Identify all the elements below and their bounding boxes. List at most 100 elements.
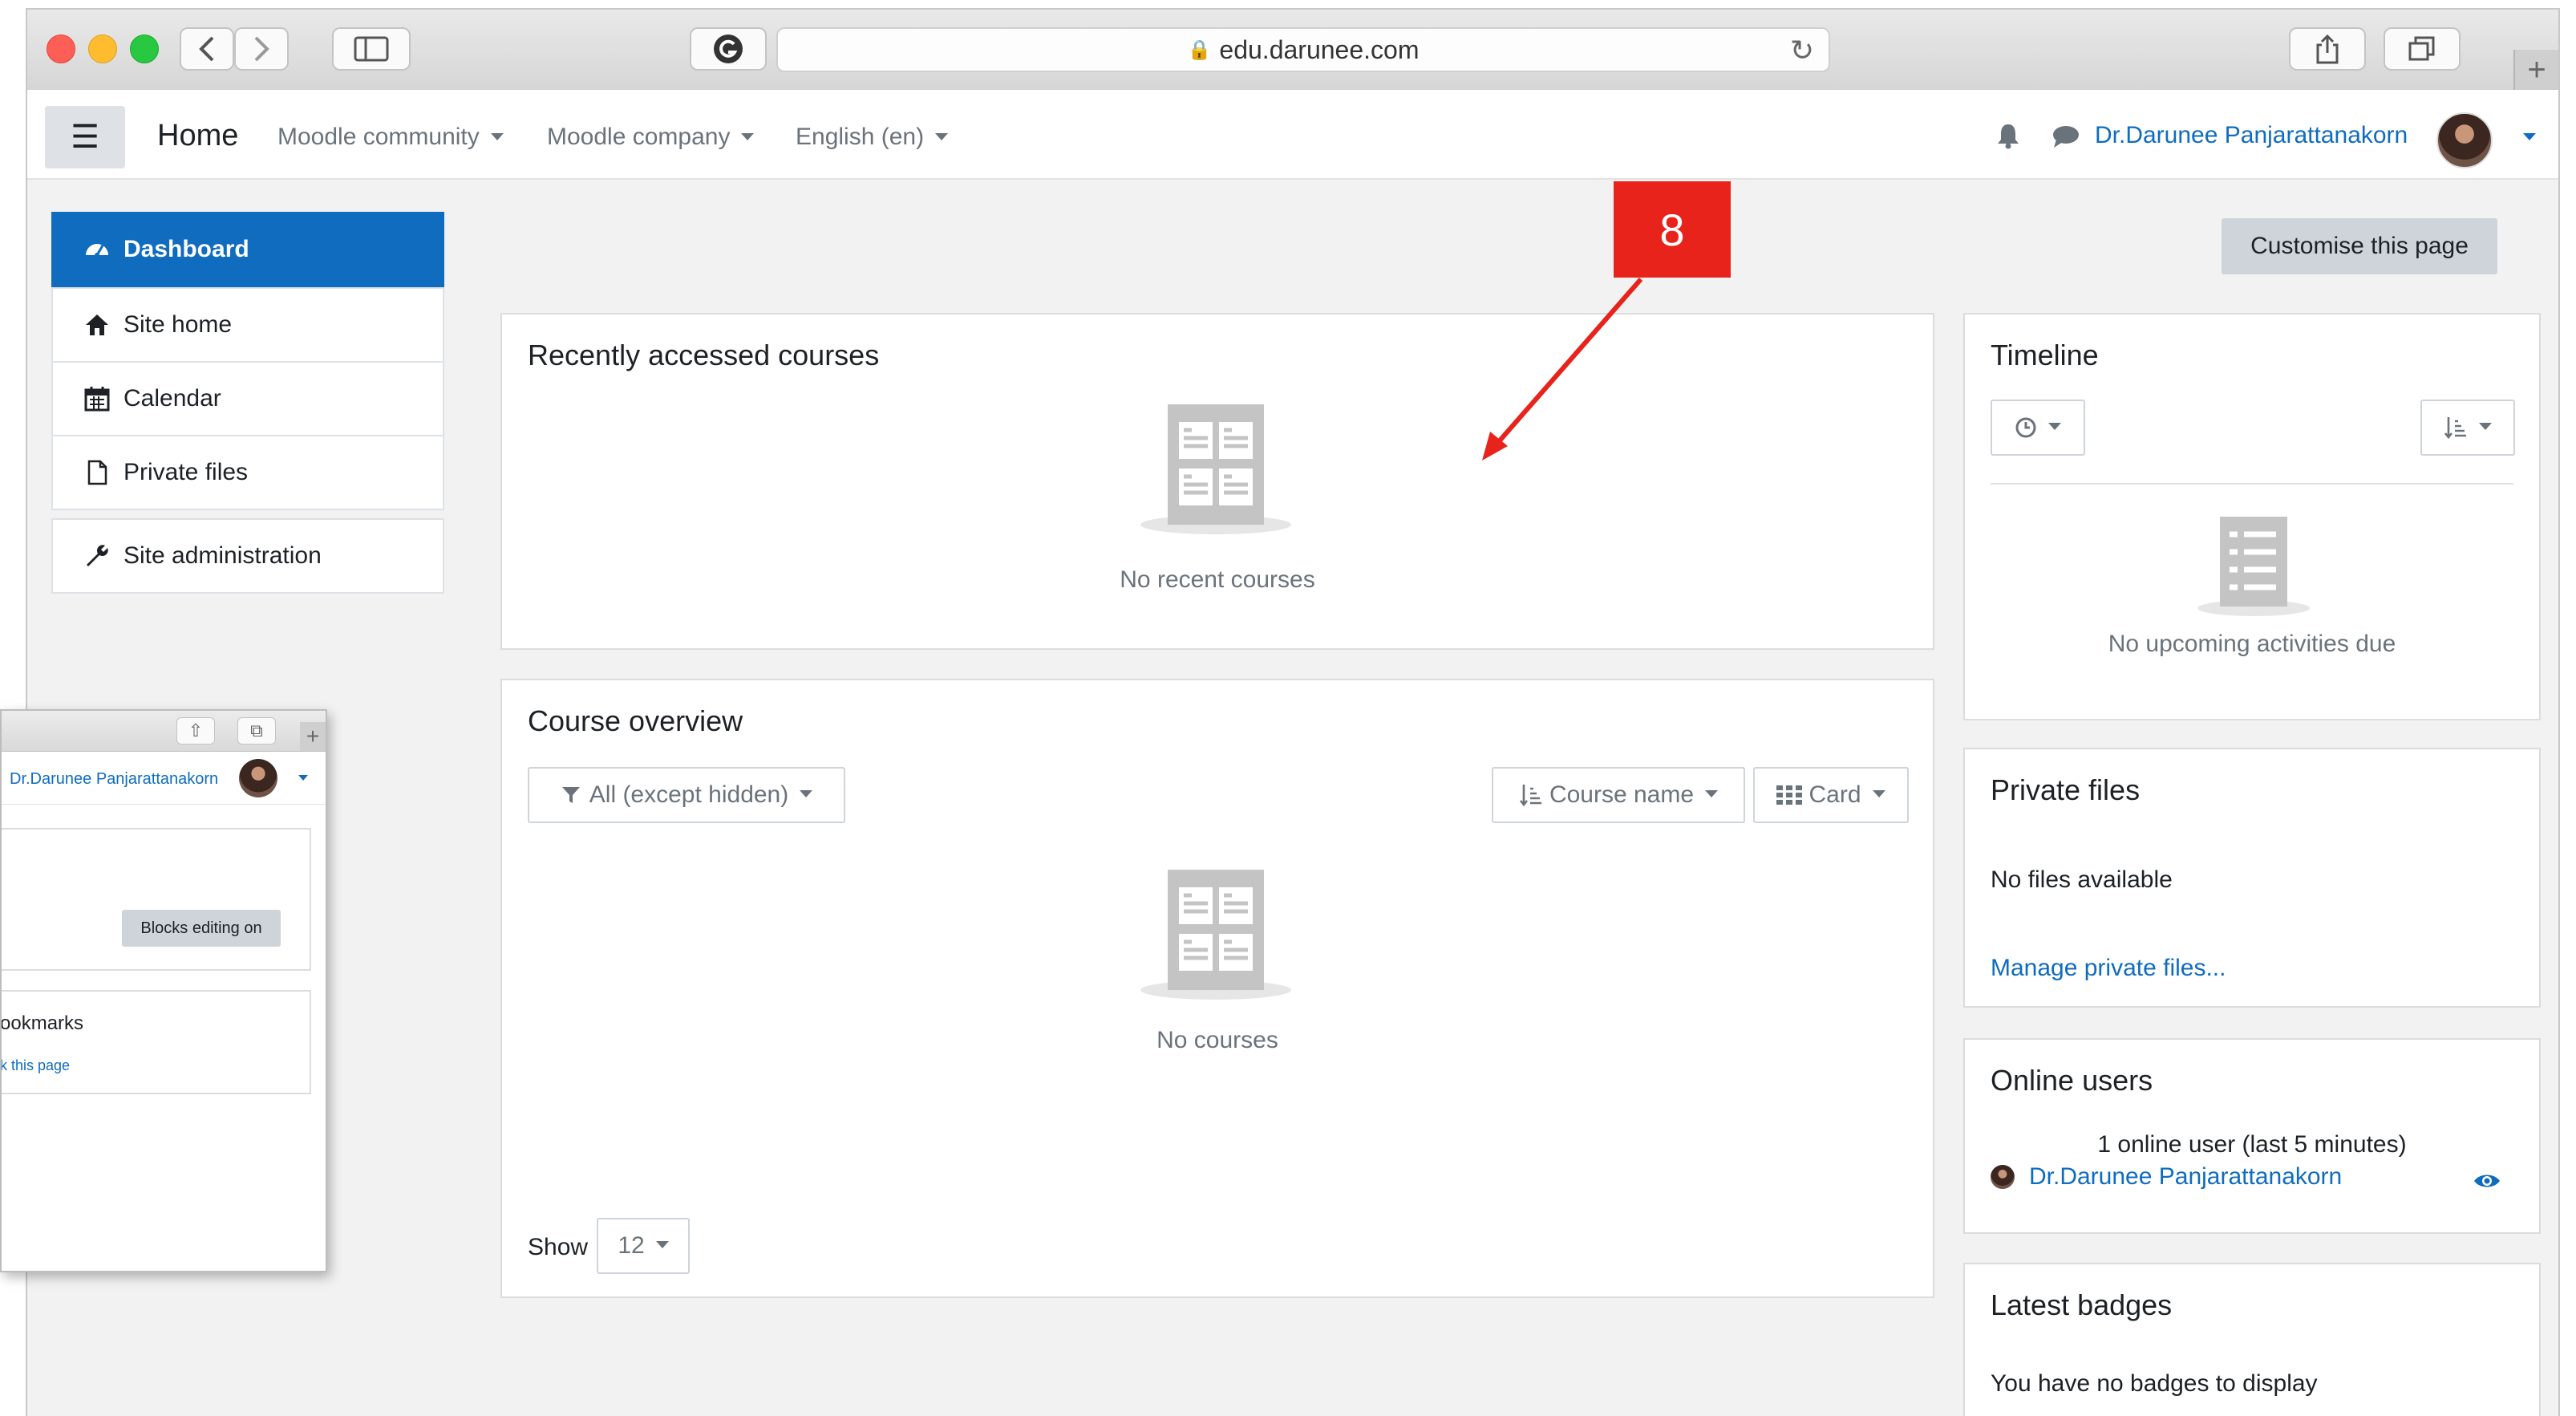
private-files-block: Private files No files available Manage …	[1963, 748, 2541, 1008]
overlay-bookmarks-card: ookmarks k this page	[0, 990, 311, 1094]
caret-down-icon	[800, 789, 813, 797]
sort-dropdown[interactable]: Course name	[1492, 767, 1745, 823]
eye-icon[interactable]	[2473, 1171, 2501, 1191]
dropdown-label: Card	[1808, 781, 1861, 808]
overlay-window-snippet: ⇧ ⧉ + Dr.Darunee Panjarattanakorn Blocks…	[0, 709, 327, 1272]
empty-state-text: No recent courses	[1120, 566, 1315, 593]
reload-icon[interactable]: ↻	[1790, 34, 1814, 67]
view-dropdown[interactable]: Card	[1753, 767, 1909, 823]
caret-down-icon	[490, 132, 504, 140]
recent-courses-block: Recently accessed courses No recent cour…	[500, 313, 1934, 650]
dropdown-label: All (except hidden)	[589, 781, 789, 808]
sort-icon	[1519, 785, 1541, 807]
share-icon: ⇧	[176, 717, 215, 745]
caret-down-icon	[1705, 789, 1719, 797]
sidebar-item-private-files[interactable]: Private files	[51, 435, 444, 510]
caret-down-icon	[741, 132, 755, 140]
bookmarks-title: ookmarks	[0, 1012, 84, 1034]
block-title: Latest badges	[1991, 1288, 2173, 1321]
user-avatar[interactable]	[2436, 112, 2493, 168]
annotation-arrow-icon	[1482, 278, 1643, 461]
grammarly-icon	[714, 34, 743, 63]
step-number-badge: 8	[1614, 181, 1731, 278]
empty-state-text: No courses	[1156, 1027, 1278, 1053]
block-title: Timeline	[1991, 339, 2099, 371]
tabs-overview-button[interactable]	[2384, 27, 2461, 71]
user-menu-name[interactable]: Dr.Darunee Panjarattanakorn	[2095, 122, 2408, 149]
browser-titlebar: 🔒 edu.darunee.com ↻ +	[27, 10, 2558, 91]
menu-moodle-company[interactable]: Moodle company	[547, 124, 755, 151]
clock-icon	[2015, 417, 2036, 438]
messages-icon[interactable]	[2051, 124, 2080, 149]
block-title: Recently accessed courses	[528, 339, 880, 371]
caret-down-icon	[2479, 422, 2492, 430]
close-window-button[interactable]	[47, 34, 75, 63]
new-tab-button[interactable]: +	[2513, 50, 2558, 90]
customise-page-button[interactable]: Customise this page	[2222, 218, 2497, 274]
tabs-icon: ⧉	[237, 717, 276, 745]
caret-down-icon	[935, 132, 949, 140]
hamburger-icon: ☰	[71, 120, 99, 155]
url-text: edu.darunee.com	[1219, 34, 1420, 64]
plus-icon: +	[300, 722, 326, 751]
calendar-icon	[84, 387, 110, 412]
lock-icon: 🔒	[1187, 39, 1212, 61]
grid-icon	[1776, 785, 1803, 805]
online-user-link[interactable]: Dr.Darunee Panjarattanakorn	[2029, 1163, 2342, 1191]
sidebar-item-label: Dashboard	[124, 236, 249, 262]
sort-icon	[2444, 417, 2466, 440]
site-brand[interactable]: Home	[157, 119, 238, 153]
filter-icon	[561, 787, 580, 803]
home-icon	[86, 314, 108, 335]
bookmark-link: k this page	[0, 1057, 71, 1073]
sidebar-toggle-button[interactable]	[332, 27, 411, 71]
dropdown-label: Course name	[1549, 781, 1695, 808]
timeline-sort-dropdown[interactable]	[2420, 400, 2515, 456]
caret-down-icon[interactable]	[2523, 133, 2536, 140]
caret-down-icon	[2048, 422, 2061, 430]
chevron-right-icon	[254, 36, 269, 62]
manage-private-files-link[interactable]: Manage private files...	[1991, 955, 2226, 982]
sidebar-item-label: Calendar	[124, 385, 221, 412]
share-icon	[2316, 34, 2339, 64]
show-label: Show	[528, 1234, 589, 1260]
no-files-text: No files available	[1991, 866, 2173, 893]
course-overview-block: Course overview All (except hidden) Cour…	[500, 679, 1934, 1298]
sidebar-item-label: Site administration	[124, 542, 322, 569]
grouping-filter-dropdown[interactable]: All (except hidden)	[528, 767, 845, 823]
address-bar[interactable]: 🔒 edu.darunee.com ↻	[776, 27, 1830, 72]
menu-language[interactable]: English (en)	[796, 124, 949, 151]
courses-empty-icon	[1140, 404, 1291, 534]
notification-bell-icon[interactable]	[1995, 122, 2021, 149]
caret-down-icon	[298, 775, 308, 781]
sidebar-item-site-home[interactable]: Site home	[51, 287, 444, 363]
overlay-user-name: Dr.Darunee Panjarattanakorn	[10, 770, 219, 788]
zoom-window-button[interactable]	[130, 34, 159, 63]
menu-moodle-community[interactable]: Moodle community	[277, 124, 504, 151]
paging-dropdown[interactable]: 12	[597, 1218, 690, 1274]
divider	[1991, 483, 2513, 485]
timeline-day-filter[interactable]	[1991, 400, 2085, 456]
menu-label: Moodle community	[277, 124, 480, 150]
chevron-left-icon	[199, 36, 214, 62]
block-title: Online users	[1991, 1064, 2153, 1097]
overlay-avatar	[239, 759, 277, 797]
minimize-window-button[interactable]	[88, 34, 117, 63]
latest-badges-block: Latest badges You have no badges to disp…	[1963, 1263, 2541, 1416]
sidebar-item-calendar[interactable]: Calendar	[51, 361, 444, 436]
forward-button[interactable]	[234, 27, 289, 71]
online-users-block: Online users 1 online user (last 5 minut…	[1963, 1038, 2541, 1234]
extension-button[interactable]	[690, 27, 767, 71]
drawer-toggle-button[interactable]: ☰	[45, 106, 125, 168]
sidebar-item-dashboard[interactable]: Dashboard	[51, 212, 444, 287]
online-user-avatar	[1991, 1165, 2015, 1189]
menu-label: English (en)	[796, 124, 925, 150]
wrench-icon	[87, 545, 108, 566]
timeline-block: Timeline No upcoming activities due	[1963, 313, 2541, 720]
overlay-titlebar: ⇧ ⧉ +	[2, 711, 326, 752]
sidebar-icon	[354, 36, 389, 62]
back-button[interactable]	[180, 27, 234, 71]
sidebar-item-site-administration[interactable]: Site administration	[51, 518, 444, 594]
share-button[interactable]	[2289, 27, 2366, 71]
menu-label: Moodle company	[547, 124, 731, 150]
